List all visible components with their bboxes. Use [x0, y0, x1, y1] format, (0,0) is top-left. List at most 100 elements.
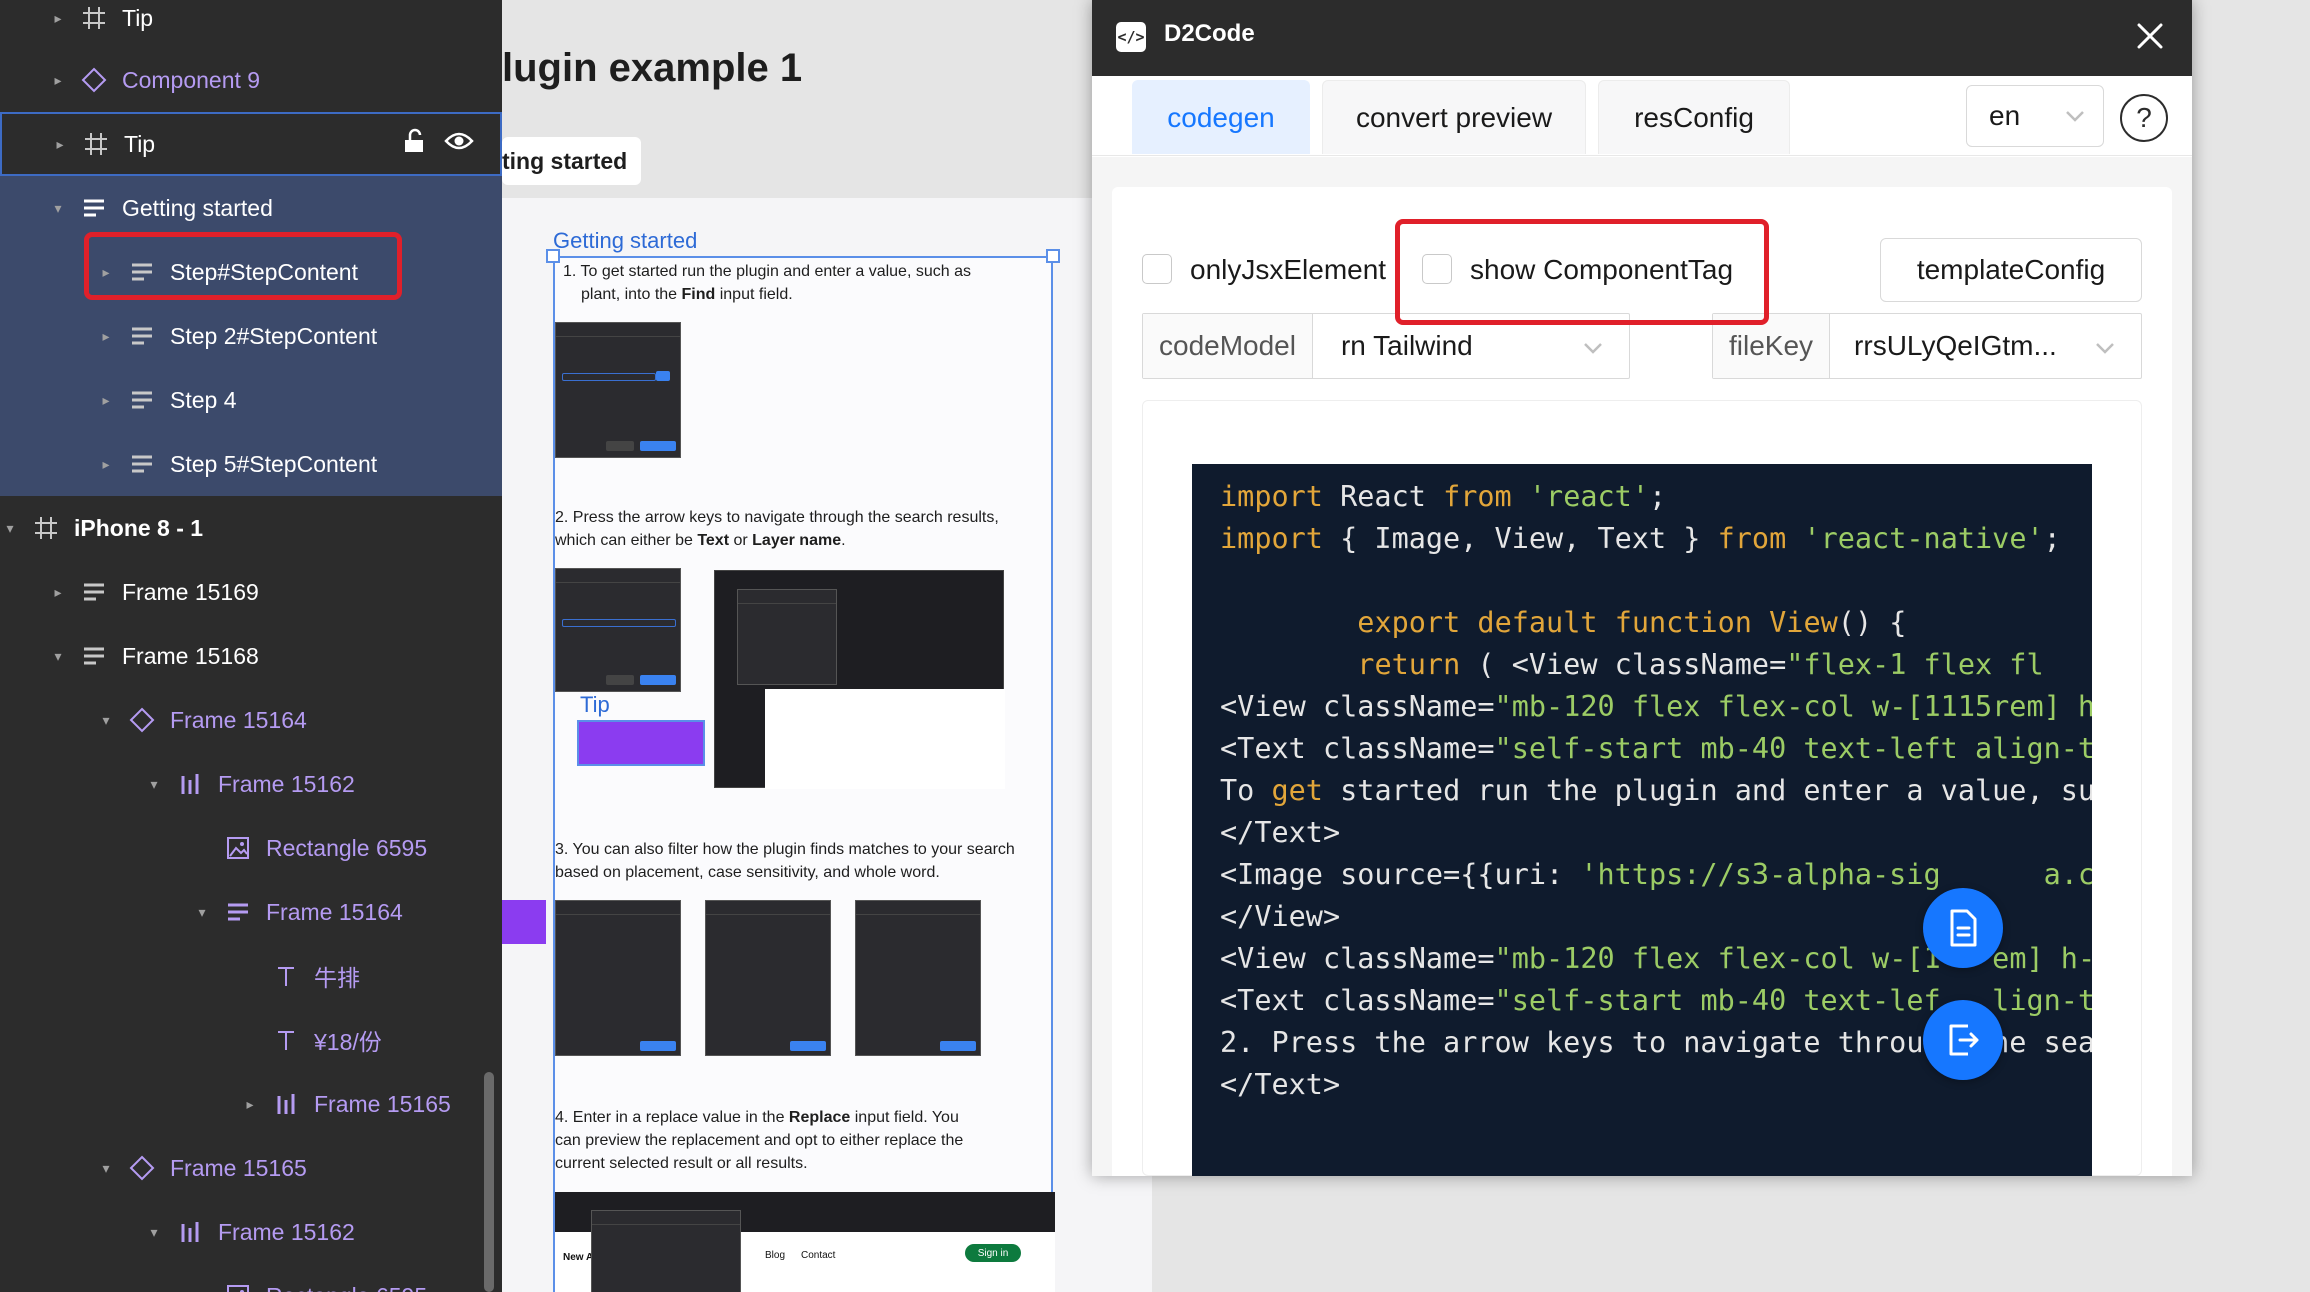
only-jsx-checkbox[interactable]: [1142, 254, 1172, 284]
layer-row[interactable]: Rectangle 6595: [0, 816, 502, 880]
expand-caret-icon[interactable]: ▾: [192, 904, 212, 921]
code-line: import React from 'react';: [1220, 480, 1667, 513]
expand-caret-icon[interactable]: ▸: [48, 10, 68, 27]
step3-screenshot-2: [705, 900, 831, 1056]
layer-name: Frame 15162: [218, 770, 355, 797]
frame-grid-icon: [76, 2, 112, 34]
step2-demo-screenshot: [714, 570, 1005, 789]
layer-row[interactable]: ▸ Step 5#StepContent: [0, 432, 502, 496]
expand-caret-icon[interactable]: ▸: [48, 584, 68, 601]
expand-caret-icon[interactable]: ▾: [48, 648, 68, 665]
web-new-a: New A: [563, 1252, 594, 1263]
expand-caret-icon[interactable]: ▾: [144, 776, 164, 793]
eye-icon[interactable]: [444, 130, 474, 158]
close-icon[interactable]: [2132, 18, 2168, 54]
d2code-logo-icon: </>: [1116, 22, 1146, 52]
layer-row[interactable]: ▾ Frame 15168: [0, 624, 502, 688]
web-nav-blog: Blog: [765, 1250, 786, 1261]
frame-label[interactable]: Getting started: [553, 228, 697, 254]
auto-layout-icon: [76, 640, 112, 672]
layer-row[interactable]: ▸ Step 4: [0, 368, 502, 432]
frame-grid-icon: [78, 128, 114, 160]
template-config-button[interactable]: templateConfig: [1880, 238, 2142, 302]
text-icon: [268, 1024, 304, 1056]
code-line: import { Image, View, Text } from 'react…: [1220, 522, 2061, 555]
resize-handle-tl[interactable]: [546, 249, 560, 263]
tab-codegen[interactable]: codegen: [1132, 80, 1310, 154]
auto-layout-icon: [220, 896, 256, 928]
layer-row[interactable]: ▸ Component 9: [0, 48, 502, 112]
layer-row[interactable]: 牛排: [0, 944, 502, 1008]
expand-caret-icon[interactable]: ▸: [96, 328, 116, 345]
layer-row[interactable]: ▾ Frame 15164: [0, 880, 502, 944]
frame-chip[interactable]: ting started: [502, 137, 642, 185]
tip-label: Tip: [580, 692, 610, 717]
layer-row[interactable]: ▸ Tip: [0, 0, 502, 50]
tab-resconfig[interactable]: resConfig: [1598, 80, 1790, 154]
text-icon: [268, 960, 304, 992]
layer-name: Rectangle 6595: [266, 834, 428, 861]
expand-caret-icon[interactable]: ▸: [192, 1288, 212, 1292]
code-model-value: rn Tailwind: [1340, 330, 1473, 361]
expand-caret-icon[interactable]: ▾: [144, 1224, 164, 1241]
expand-caret-icon[interactable]: ▸: [96, 392, 116, 409]
code-line: export default function View() {: [1357, 606, 1907, 639]
chevron-down-icon: [2096, 343, 2114, 354]
help-icon[interactable]: ?: [2120, 94, 2168, 142]
layer-name: ¥18/份: [314, 1029, 382, 1055]
code-line: return ( <View className="flex-1 flex fl: [1357, 648, 2044, 681]
step3-screenshot-1: [555, 900, 681, 1056]
columns-icon: [172, 768, 208, 800]
code-line: To get started run the plugin and enter …: [1220, 774, 2092, 807]
component-diamond-icon: [124, 704, 160, 736]
expand-caret-icon[interactable]: ▾: [96, 1160, 116, 1177]
layer-row[interactable]: ▾ Frame 15162: [0, 1200, 502, 1264]
layer-name: Frame 15169: [122, 578, 259, 605]
layer-row[interactable]: ▸ Step 2#StepContent: [0, 304, 502, 368]
layer-row[interactable]: ▸ Rectangle 6595: [0, 1264, 502, 1292]
language-value: en: [1989, 100, 2021, 131]
expand-caret-icon[interactable]: ▸: [50, 136, 70, 153]
layer-name: iPhone 8 - 1: [74, 514, 204, 541]
auto-layout-icon: [76, 576, 112, 608]
layer-name: Step 5#StepContent: [170, 450, 378, 477]
layer-row[interactable]: ▾ Frame 15165: [0, 1136, 502, 1200]
layer-name: Step 4: [170, 386, 237, 413]
getting-started-frame[interactable]: 1. To get started run the plugin and ent…: [546, 249, 1060, 1292]
expand-caret-icon[interactable]: ▾: [96, 712, 116, 729]
tab-convert-preview[interactable]: convert preview: [1322, 80, 1586, 154]
unlock-icon[interactable]: [402, 128, 426, 160]
expand-caret-icon[interactable]: ▾: [48, 200, 68, 217]
layer-name: Component 9: [122, 66, 261, 93]
code-model-label: codeModel: [1143, 314, 1313, 378]
file-key-value: rrsULyQeIGtm...: [1854, 330, 2057, 361]
layer-row[interactable]: ▾ Frame 15162: [0, 752, 502, 816]
step2-text: 2. Press the arrow keys to navigate thro…: [555, 509, 999, 549]
expand-caret-icon[interactable]: ▸: [96, 456, 116, 473]
expand-caret-icon[interactable]: ▸: [240, 1096, 260, 1113]
layer-row[interactable]: ▸ Tip: [0, 112, 502, 176]
layer-row[interactable]: ▸ Frame 15169: [0, 560, 502, 624]
expand-caret-icon[interactable]: ▸: [48, 72, 68, 89]
layer-name: Step 2#StepContent: [170, 322, 378, 349]
step1-text: 1. To get started run the plugin and ent…: [563, 263, 971, 303]
side-purple-element: [502, 900, 546, 944]
resize-handle-tr[interactable]: [1046, 249, 1060, 263]
file-icon[interactable]: [1923, 888, 2003, 968]
layer-row[interactable]: ¥18/份: [0, 1008, 502, 1072]
tip-callout: [577, 720, 705, 766]
export-icon[interactable]: [1923, 1000, 2003, 1080]
language-select[interactable]: en: [1966, 85, 2104, 147]
layer-row[interactable]: ▸ Frame 15165: [0, 1072, 502, 1136]
layer-name: Tip: [124, 130, 156, 157]
layer-name: Frame 15162: [218, 1218, 355, 1245]
layer-row[interactable]: ▾ Getting started: [0, 176, 502, 240]
code-line: <View className="mb-120 flex flex-col w-…: [1220, 690, 2092, 723]
expand-caret-icon[interactable]: ▾: [0, 520, 20, 537]
layer-row[interactable]: ▾ iPhone 8 - 1: [0, 496, 502, 560]
layers-scrollbar[interactable]: [484, 1072, 494, 1292]
file-key-select[interactable]: fileKey rrsULyQeIGtm...: [1712, 313, 2142, 379]
layer-name: Frame 15165: [170, 1154, 307, 1181]
layer-row[interactable]: ▾ Frame 15164: [0, 688, 502, 752]
code-line: <Text className="self-start mb-40 text-l…: [1220, 732, 2092, 765]
